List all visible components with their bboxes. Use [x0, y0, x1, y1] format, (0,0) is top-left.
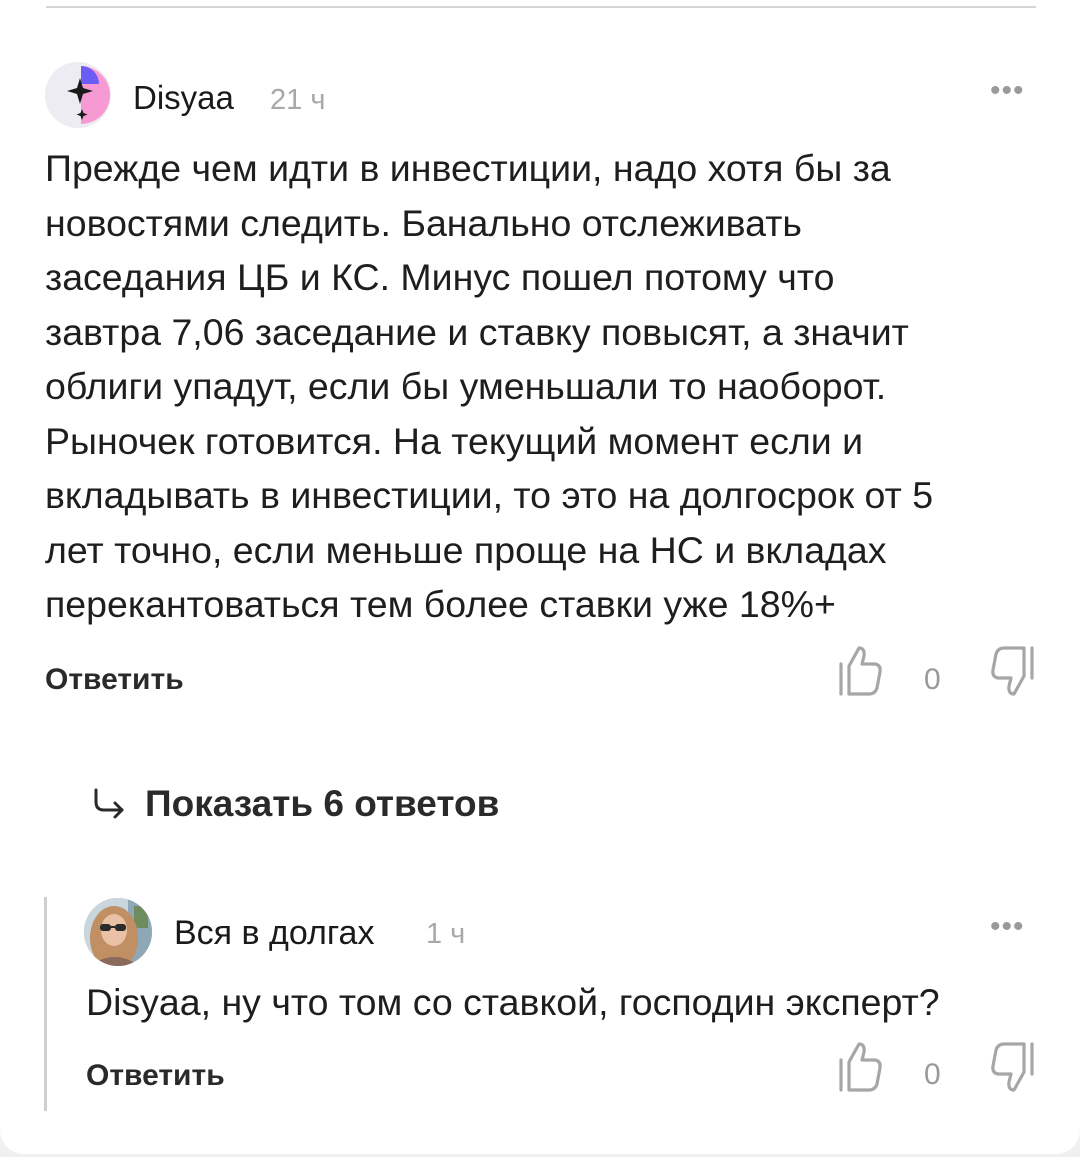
show-replies-button[interactable]: Показать 6 ответов [145, 781, 499, 827]
comment-text: Прежде чем идти в инвестиции, надо хотя … [45, 147, 934, 625]
comment-time: 21 ч [270, 84, 326, 116]
thumbs-up-icon[interactable] [835, 642, 887, 700]
comment-text: Dіsyaa, ну что том со ставкой, господин … [86, 981, 940, 1023]
top-divider [46, 6, 1036, 8]
thread-line [44, 897, 47, 1111]
avatar[interactable] [84, 898, 152, 966]
author-name[interactable]: Вся в долгах [174, 913, 374, 953]
avatar[interactable] [45, 62, 111, 128]
author-avatar-image [45, 62, 111, 128]
vote-count: 0 [924, 663, 941, 696]
author-avatar-image [84, 898, 152, 966]
comments-card: Dіsyaa 21 ч ••• Прежде чем идти в инвест… [0, 0, 1080, 1154]
more-options-icon[interactable]: ••• [990, 76, 1025, 106]
thumbs-down-icon[interactable] [982, 642, 1038, 700]
reply-button[interactable]: Ответить [45, 660, 184, 700]
thumbs-down-icon[interactable] [982, 1038, 1038, 1096]
reply-button[interactable]: Ответить [86, 1056, 225, 1096]
more-options-icon[interactable]: ••• [990, 912, 1025, 942]
thumbs-up-icon[interactable] [835, 1038, 887, 1096]
arrow-down-right-icon[interactable] [92, 788, 128, 820]
comment-time: 1 ч [426, 918, 466, 950]
author-name[interactable]: Dіsyaa [133, 78, 234, 118]
vote-count: 0 [924, 1058, 941, 1091]
